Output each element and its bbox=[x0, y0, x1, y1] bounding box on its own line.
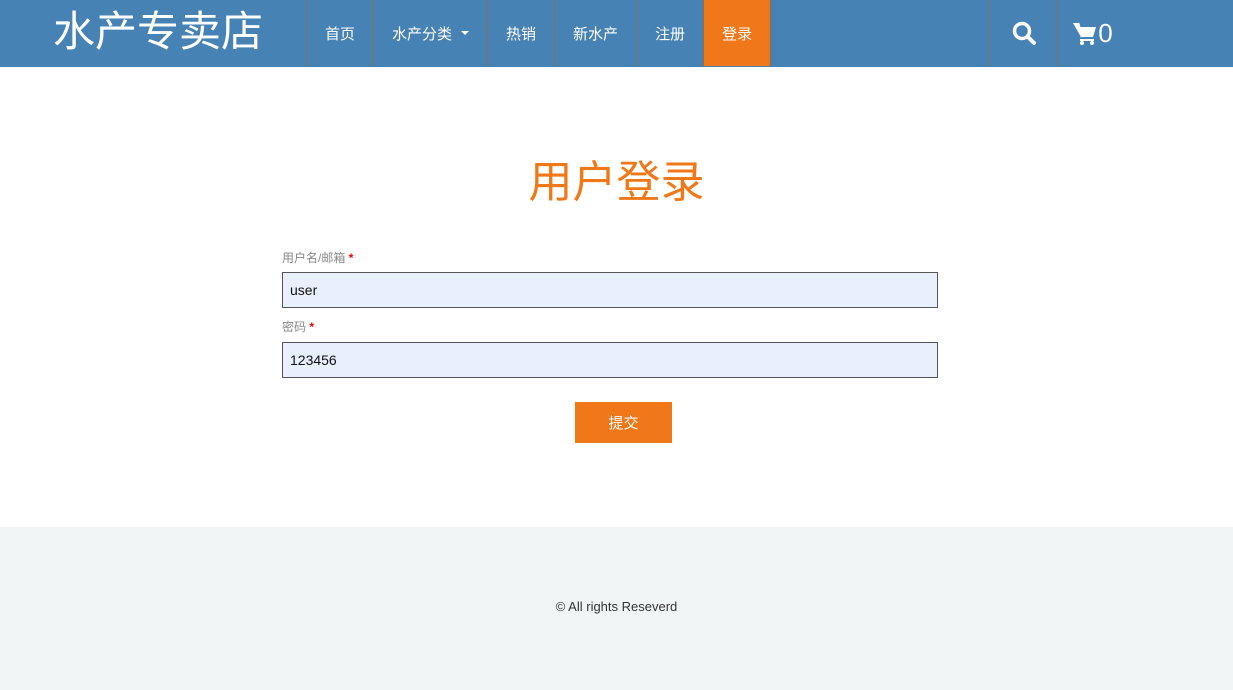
nav-label: 登录 bbox=[722, 25, 753, 43]
site-logo[interactable]: 水产专卖店 bbox=[53, 6, 263, 58]
nav-label: 水产分类 bbox=[392, 25, 453, 43]
nav-label: 注册 bbox=[655, 25, 686, 43]
nav-label: 热销 bbox=[506, 25, 537, 43]
cart-button[interactable]: 0 bbox=[1057, 0, 1127, 66]
nav-label: 首页 bbox=[325, 25, 356, 43]
nav-categories-dropdown[interactable]: 水产分类 bbox=[373, 0, 487, 66]
search-button[interactable] bbox=[988, 0, 1058, 66]
nav-login[interactable]: 登录 bbox=[703, 0, 772, 66]
cart-icon bbox=[1073, 22, 1097, 45]
copyright: © All rights Reseverd bbox=[555, 599, 678, 614]
nav-label: 新水产 bbox=[573, 25, 619, 43]
required-mark: * bbox=[309, 320, 315, 334]
password-label: 密码 * bbox=[282, 318, 314, 335]
password-input[interactable] bbox=[282, 342, 938, 378]
required-mark: * bbox=[348, 251, 354, 265]
nav-hot[interactable]: 热销 bbox=[487, 0, 554, 66]
footer: © All rights Reseverd bbox=[0, 527, 1233, 690]
submit-button[interactable]: 提交 bbox=[575, 402, 672, 443]
label-text: 用户名/邮箱 bbox=[282, 251, 346, 265]
username-input[interactable] bbox=[282, 272, 938, 308]
search-icon bbox=[1012, 21, 1036, 45]
navbar: 水产专卖店 首页 水产分类 热销 新水产 注册 登录 0 bbox=[0, 0, 1233, 67]
nav-new[interactable]: 新水产 bbox=[554, 0, 636, 66]
nav-register[interactable]: 注册 bbox=[636, 0, 703, 66]
label-text: 密码 bbox=[282, 320, 307, 334]
caret-down-icon bbox=[461, 31, 470, 35]
main-menu: 首页 水产分类 热销 新水产 注册 登录 bbox=[306, 0, 772, 66]
username-label: 用户名/邮箱 * bbox=[282, 249, 353, 266]
nav-home[interactable]: 首页 bbox=[306, 0, 373, 66]
cart-count: 0 bbox=[1098, 17, 1113, 48]
page-title: 用户登录 bbox=[528, 158, 705, 207]
